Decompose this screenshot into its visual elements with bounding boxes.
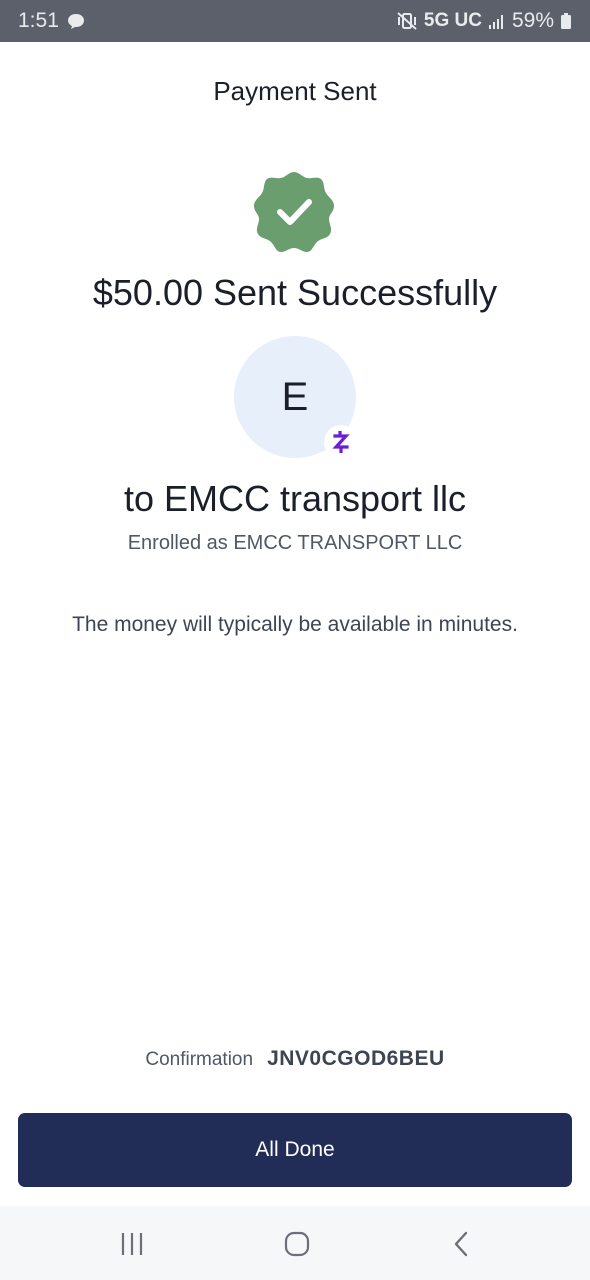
page-title: Payment Sent bbox=[213, 76, 377, 106]
all-done-button[interactable]: All Done bbox=[18, 1113, 572, 1187]
enrolled-name: Enrolled as EMCC TRANSPORT LLC bbox=[127, 532, 463, 554]
recipient-name: to EMCC transport llc bbox=[123, 478, 467, 519]
vibrate-mute-icon bbox=[396, 11, 418, 31]
zelle-icon bbox=[324, 425, 358, 459]
chat-bubble-icon bbox=[67, 12, 85, 30]
system-nav-bar bbox=[0, 1206, 590, 1280]
signal-icon bbox=[488, 12, 506, 30]
status-right: 5G UC 59% bbox=[396, 9, 572, 33]
network-type: 5G UC bbox=[423, 10, 482, 31]
battery-icon bbox=[560, 12, 572, 30]
recent-apps-icon[interactable] bbox=[112, 1224, 152, 1264]
back-icon[interactable] bbox=[442, 1224, 482, 1264]
success-message: $50.00 Sent Successfully bbox=[92, 272, 498, 313]
confirmation-code: JNV0CGOD6BEU bbox=[267, 1047, 445, 1070]
avatar-initial: E bbox=[281, 374, 309, 419]
home-icon[interactable] bbox=[277, 1224, 317, 1264]
confirmation-label: Confirmation bbox=[145, 1049, 254, 1070]
confirmation-row: Confirmation JNV0CGOD6BEU bbox=[0, 1047, 590, 1071]
status-bar: 1:51 5G UC 59% bbox=[0, 0, 590, 42]
battery-percent: 59% bbox=[511, 9, 554, 32]
payment-sent-screen: 1:51 5G UC 59% Payment Sent $50.00 Sent … bbox=[0, 0, 590, 1280]
status-time: 1:51 bbox=[18, 9, 59, 32]
check-badge-icon bbox=[252, 170, 336, 254]
status-left: 1:51 bbox=[18, 9, 85, 33]
availability-note: The money will typically be available in… bbox=[72, 613, 518, 636]
